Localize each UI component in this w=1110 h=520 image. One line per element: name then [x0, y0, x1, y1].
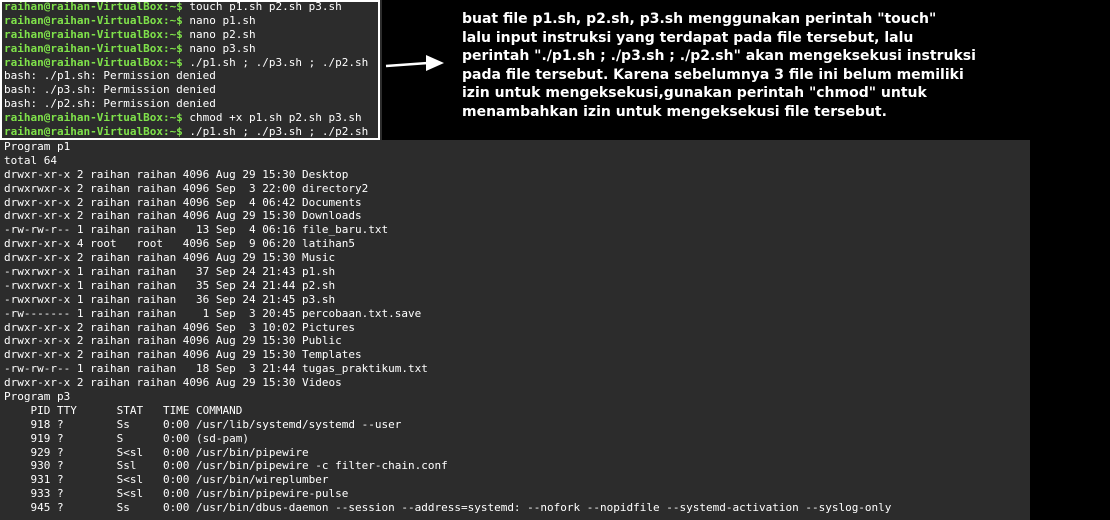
output-line: bash: ./p1.sh: Permission denied	[4, 69, 216, 83]
annotation-line: lalu input instruksi yang terdapat pada …	[462, 29, 914, 46]
command-line: raihan@raihan-VirtualBox:~$ ./p1.sh ; ./…	[0, 56, 380, 70]
annotation-line: buat file p1.sh, p2.sh, p3.sh menggunaka…	[462, 11, 937, 27]
annotation-line: menambahkan izin untuk mengeksekusi file…	[462, 103, 887, 120]
prompt: raihan@raihan-VirtualBox:~$	[4, 125, 183, 139]
command-line: raihan@raihan-VirtualBox:~$ nano p2.sh	[0, 28, 380, 42]
output-line: -rw-rw-r-- 1 raihan raihan 18 Sep 3 21:4…	[4, 362, 428, 376]
command-text: chmod +x p1.sh p2.sh p3.sh	[182, 111, 362, 125]
output-line: 929 ? S<sl 0:00 /usr/bin/pipewire	[4, 445, 309, 459]
command-text: ./p1.sh ; ./p3.sh ; ./p2.sh	[182, 125, 369, 139]
output-line: -rwxrwxr-x 1 raihan raihan 36 Sep 24 21:…	[4, 292, 336, 306]
output-line: -rw------- 1 raihan raihan 1 Sep 3 20:45…	[4, 306, 422, 320]
output-line: -rwxrwxr-x 1 raihan raihan 37 Sep 24 21:…	[4, 265, 336, 279]
output-line: drwxr-xr-x 2 raihan raihan 4096 Aug 29 1…	[4, 348, 362, 362]
output-line: drwxr-xr-x 2 raihan raihan 4096 Aug 29 1…	[4, 334, 342, 348]
prompt: raihan@raihan-VirtualBox:~$	[4, 0, 183, 13]
prompt: raihan@raihan-VirtualBox:~$	[4, 41, 183, 55]
command-text: nano p2.sh	[182, 27, 256, 41]
output-line: PID TTY STAT TIME COMMAND	[4, 403, 243, 417]
output-line: 945 ? Ss 0:00 /usr/bin/dbus-daemon --ses…	[4, 501, 892, 515]
output-line: drwxr-xr-x 2 raihan raihan 4096 Aug 29 1…	[4, 209, 362, 223]
command-history: raihan@raihan-VirtualBox:~$ touch p1.sh …	[0, 0, 380, 139]
prompt: raihan@raihan-VirtualBox:~$	[4, 55, 183, 69]
command-text: nano p1.sh	[182, 13, 256, 27]
output-line: drwxr-xr-x 4 root root 4096 Sep 9 06:20 …	[4, 237, 355, 251]
output-line: 930 ? Ssl 0:00 /usr/bin/pipewire -c filt…	[4, 459, 448, 473]
annotation-line: pada file tersebut. Karena sebelumnya 3 …	[462, 66, 964, 83]
output-line: drwxr-xr-x 2 raihan raihan 4096 Aug 29 1…	[4, 376, 342, 390]
annotation-text: buat file p1.sh, p2.sh, p3.sh menggunaka…	[462, 10, 1102, 121]
output-line: drwxr-xr-x 2 raihan raihan 4096 Aug 29 1…	[4, 251, 336, 265]
prompt: raihan@raihan-VirtualBox:~$	[4, 13, 183, 27]
output-line: bash: ./p3.sh: Permission denied	[4, 83, 216, 97]
output-line: drwxr-xr-x 2 raihan raihan 4096 Sep 4 06…	[4, 195, 362, 209]
command-text: touch p1.sh p2.sh p3.sh	[182, 0, 342, 13]
right-black-panel	[1030, 140, 1110, 520]
output-line: drwxr-xr-x 2 raihan raihan 4096 Sep 3 10…	[4, 320, 355, 334]
output-line: 918 ? Ss 0:00 /usr/lib/systemd/systemd -…	[4, 417, 402, 431]
output-line: drwxr-xr-x 2 raihan raihan 4096 Aug 29 1…	[4, 167, 349, 181]
command-line: raihan@raihan-VirtualBox:~$ nano p1.sh	[0, 14, 380, 28]
annotation-line: perintah "./p1.sh ; ./p3.sh ; ./p2.sh" a…	[462, 48, 976, 64]
terminal-output: Program p1 total 64 drwxr-xr-x 2 raihan ra…	[0, 140, 1110, 515]
output-line: drwxrwxr-x 2 raihan raihan 4096 Sep 3 22…	[4, 181, 369, 195]
command-line: raihan@raihan-VirtualBox:~$ chmod +x p1.…	[0, 111, 380, 125]
output-line: Program p3	[4, 390, 71, 404]
output-line: Program p1	[4, 140, 71, 153]
prompt: raihan@raihan-VirtualBox:~$	[4, 111, 183, 125]
prompt: raihan@raihan-VirtualBox:~$	[4, 27, 183, 41]
output-line: -rw-rw-r-- 1 raihan raihan 13 Sep 4 06:1…	[4, 223, 389, 237]
output-line: total 64	[4, 153, 57, 167]
command-line: raihan@raihan-VirtualBox:~$ ./p1.sh ; ./…	[0, 125, 380, 139]
output-line: bash: ./p2.sh: Permission denied	[4, 97, 216, 111]
command-line: raihan@raihan-VirtualBox:~$ touch p1.sh …	[0, 0, 380, 14]
output-line: 919 ? S 0:00 (sd-pam)	[4, 431, 250, 445]
output-line: -rwxrwxr-x 1 raihan raihan 35 Sep 24 21:…	[4, 278, 336, 292]
arrow-icon	[385, 55, 444, 71]
command-text: ./p1.sh ; ./p3.sh ; ./p2.sh	[182, 55, 369, 69]
annotation-line: izin untuk mengeksekusi,gunakan perintah…	[462, 85, 927, 101]
command-line: raihan@raihan-VirtualBox:~$ nano p3.sh	[0, 42, 380, 56]
command-text: nano p3.sh	[182, 41, 256, 55]
output-line: 933 ? S<sl 0:00 /usr/bin/pipewire-pulse	[4, 487, 349, 501]
output-line: 931 ? S<sl 0:00 /usr/bin/wireplumber	[4, 473, 329, 487]
